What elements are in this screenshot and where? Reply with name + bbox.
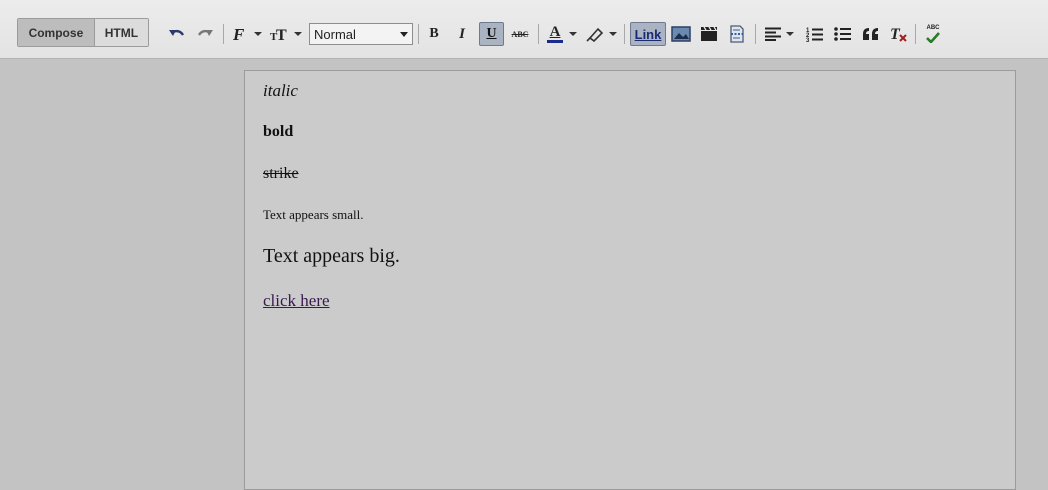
italic-text: italic (263, 81, 298, 100)
toolbar-separator (755, 24, 756, 44)
text-color-swatch (547, 40, 563, 43)
align-dropdown-caret[interactable] (786, 32, 794, 36)
chevron-down-icon (400, 32, 408, 37)
redo-icon[interactable] (195, 24, 215, 44)
click-here-link[interactable]: click here (263, 291, 330, 311)
svg-text:T: T (890, 26, 901, 43)
link-button[interactable]: Link (630, 22, 666, 46)
compose-button[interactable]: Compose (18, 19, 95, 46)
font-size-icon[interactable]: TT (269, 24, 289, 44)
numbered-list-icon[interactable]: 123 (805, 24, 825, 44)
big-text: Text appears big. (263, 245, 400, 267)
format-select-value: Normal (314, 26, 356, 42)
text-color-icon[interactable]: A (545, 24, 565, 44)
quote-icon[interactable] (861, 24, 881, 44)
remove-formatting-icon[interactable]: T (889, 24, 909, 44)
strikethrough-text: strike (263, 165, 299, 182)
spellcheck-icon[interactable]: ABC (923, 24, 943, 44)
toolbar-separator (418, 24, 419, 44)
bullet-list-icon[interactable] (833, 24, 853, 44)
spellcheck-label: ABC (926, 25, 940, 31)
html-button[interactable]: HTML (94, 19, 148, 46)
svg-text:F: F (232, 25, 245, 43)
toolbar-separator (538, 24, 539, 44)
align-icon[interactable] (763, 24, 783, 44)
text-color-label: A (549, 24, 561, 40)
svg-text:T: T (276, 27, 287, 43)
strikethrough-button[interactable]: ABC (510, 24, 530, 44)
mode-toggle: Compose HTML (17, 18, 149, 47)
font-size-dropdown-caret[interactable] (294, 32, 302, 36)
text-color-dropdown-caret[interactable] (569, 32, 577, 36)
bold-button[interactable]: B (424, 24, 444, 44)
highlight-dropdown-caret[interactable] (609, 32, 617, 36)
toolbar-separator (915, 24, 916, 44)
video-icon[interactable] (699, 24, 719, 44)
svg-text:3: 3 (806, 38, 810, 42)
toolbar-separator (223, 24, 224, 44)
editor-toolbar: Compose HTML F TT Normal B I U ABC A Lin… (0, 0, 1048, 59)
bold-text: bold (263, 123, 294, 140)
highlight-icon[interactable] (585, 24, 605, 44)
undo-icon[interactable] (167, 24, 187, 44)
toolbar-separator (624, 24, 625, 44)
jump-break-icon[interactable] (727, 24, 747, 44)
font-icon[interactable]: F (230, 24, 250, 44)
font-dropdown-caret[interactable] (254, 32, 262, 36)
italic-button[interactable]: I (452, 24, 472, 44)
small-text: Text appears small. (263, 207, 364, 222)
image-icon[interactable] (671, 24, 691, 44)
format-select[interactable]: Normal (309, 23, 413, 45)
underline-button[interactable]: U (479, 22, 504, 46)
editor-content-area[interactable]: italic bold strike Text appears small. T… (244, 70, 1016, 490)
